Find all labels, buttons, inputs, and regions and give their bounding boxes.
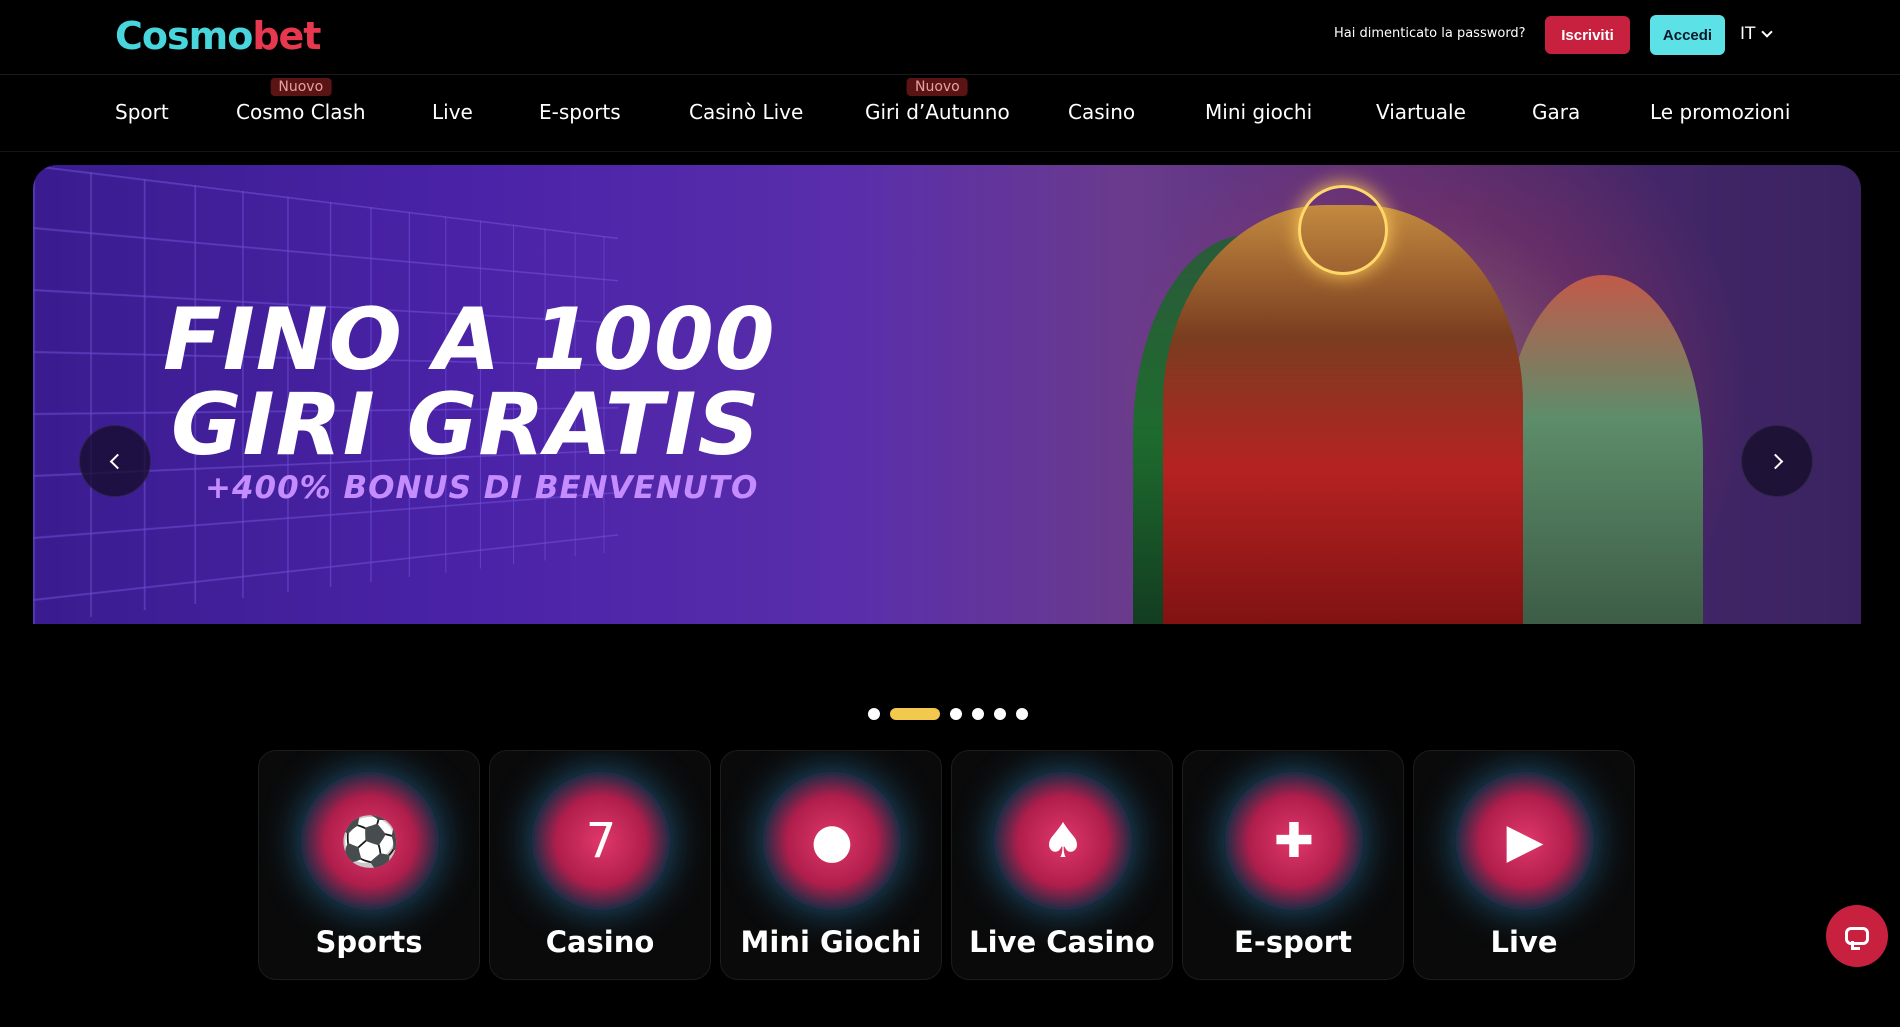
top-bar: Cosmobet Hai dimenticato la password? Is…: [0, 0, 1900, 75]
nav-item-casino-live[interactable]: Casinò Live: [689, 100, 803, 124]
nav-item-label: Live: [432, 100, 473, 124]
category-label: Sports: [315, 925, 423, 959]
new-badge: Nuovo: [270, 78, 332, 96]
nav-item-esports[interactable]: E-sports: [539, 100, 621, 124]
carousel-indicators: [868, 708, 1028, 720]
gamepad-icon: ✚: [1224, 771, 1364, 911]
banner-halo: [1298, 185, 1388, 275]
category-label: Casino: [545, 925, 655, 959]
category-card-live[interactable]: ▶ Live: [1413, 750, 1635, 980]
nav-item-mini-giochi[interactable]: Mini giochi: [1205, 100, 1312, 124]
nav-item-label: Casinò Live: [689, 100, 804, 124]
chevron-right-icon: [1767, 453, 1783, 469]
nav-item-label: Sport: [115, 100, 169, 124]
banner-subtitle: +400% BONUS DI BENVENUTO: [205, 470, 759, 506]
forgot-password-link[interactable]: Hai dimenticato la password?: [1334, 26, 1526, 41]
nav-item-label: Giri d’Autunno: [865, 100, 1010, 124]
slot-machine-icon: 7: [531, 771, 671, 911]
carousel-dot[interactable]: [972, 708, 984, 720]
carousel-dot[interactable]: [950, 708, 962, 720]
nav-item-promozioni[interactable]: Le promozioni: [1650, 100, 1790, 124]
nav-item-label: Cosmo Clash: [236, 100, 366, 124]
banner-warrior-figure: [1503, 275, 1703, 624]
live-chat-button[interactable]: [1826, 905, 1888, 967]
category-label: Mini Giochi: [740, 925, 922, 959]
chevron-left-icon: [109, 453, 125, 469]
category-card-mini-giochi[interactable]: ● Mini Giochi: [720, 750, 942, 980]
language-code: IT: [1740, 24, 1756, 44]
nav-item-giri-autunno[interactable]: Nuovo Giri d’Autunno: [865, 78, 1010, 124]
cosmobet-logo[interactable]: Cosmobet: [115, 14, 321, 58]
logo-text-bet: bet: [252, 14, 321, 58]
category-card-sports[interactable]: ⚽ Sports: [258, 750, 480, 980]
logo-text-cosmo: Cosmo: [115, 14, 253, 58]
language-selector[interactable]: IT: [1740, 24, 1774, 44]
nav-item-viartuale[interactable]: Viartuale: [1376, 100, 1466, 124]
chevron-down-icon: [1761, 26, 1774, 38]
new-badge: Nuovo: [906, 78, 968, 96]
cards-chip-icon: ♠: [993, 771, 1133, 911]
nav-item-label: Casino: [1068, 100, 1136, 124]
carousel-dot[interactable]: [994, 708, 1006, 720]
category-label: E-sport: [1234, 925, 1352, 959]
carousel-dot-active[interactable]: [890, 708, 940, 720]
nav-item-label: Viartuale: [1376, 100, 1466, 124]
login-button[interactable]: Accedi: [1650, 15, 1725, 55]
category-card-live-casino[interactable]: ♠ Live Casino: [951, 750, 1173, 980]
nav-item-label: E-sports: [539, 100, 621, 124]
category-card-casino[interactable]: 7 Casino: [489, 750, 711, 980]
register-button[interactable]: Iscriviti: [1545, 16, 1630, 54]
chat-bubble-icon: [1845, 927, 1869, 950]
hero-banner[interactable]: FINO A 1000 GIRI GRATIS +400% BONUS DI B…: [33, 165, 1861, 624]
carousel-prev-button[interactable]: [79, 425, 151, 497]
nav-item-cosmo-clash[interactable]: Nuovo Cosmo Clash: [236, 78, 366, 124]
nav-item-live[interactable]: Live: [432, 100, 473, 124]
live-tv-icon: ▶: [1455, 771, 1595, 911]
category-label: Live: [1490, 925, 1558, 959]
nav-item-label: Mini giochi: [1205, 100, 1313, 124]
joystick-icon: ●: [762, 771, 902, 911]
carousel-dot[interactable]: [868, 708, 880, 720]
nav-item-sport[interactable]: Sport: [115, 100, 169, 124]
nav-item-gara[interactable]: Gara: [1532, 100, 1580, 124]
main-nav: Sport Nuovo Cosmo Clash Live E-sports Cas…: [0, 76, 1900, 152]
nav-item-casino[interactable]: Casino: [1068, 100, 1135, 124]
carousel-dot[interactable]: [1016, 708, 1028, 720]
banner-title-line2: GIRI GRATIS: [171, 375, 761, 475]
category-card-esport[interactable]: ✚ E-sport: [1182, 750, 1404, 980]
category-label: Live Casino: [969, 925, 1155, 959]
category-cards: ⚽ Sports 7 Casino ● Mini Giochi ♠ Live C…: [258, 750, 1635, 980]
carousel-next-button[interactable]: [1741, 425, 1813, 497]
nav-item-label: Le promozioni: [1650, 100, 1791, 124]
nav-item-label: Gara: [1532, 100, 1581, 124]
stadium-ball-icon: ⚽: [300, 771, 440, 911]
